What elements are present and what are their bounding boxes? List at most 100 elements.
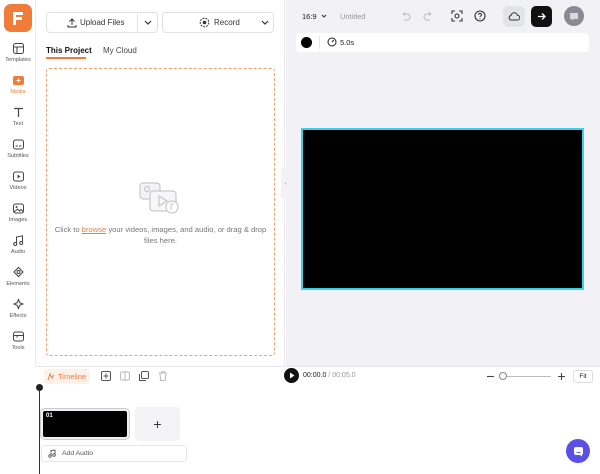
chevron-down-icon[interactable]: [261, 20, 269, 26]
text-icon: [13, 107, 23, 117]
left-rail: Templates Media Text Subtitles Videos Images A…: [0, 0, 36, 366]
tools-icon: [12, 331, 24, 342]
record-icon: [199, 17, 210, 28]
chat-icon: [573, 446, 583, 456]
playback-time: 00:00.0 / 00:05.0: [303, 372, 356, 379]
tab-this-project[interactable]: This Project: [46, 46, 92, 55]
stopwatch-icon: [327, 37, 337, 47]
effects-icon: [12, 298, 24, 310]
rail-item-subtitles[interactable]: Subtitles: [0, 137, 36, 167]
logo-icon: [13, 12, 23, 25]
total-time: / 00:05.0: [328, 372, 356, 379]
play-button[interactable]: [284, 368, 299, 383]
rail-item-label: Tools: [11, 345, 25, 351]
zoom-out-icon[interactable]: [486, 372, 495, 381]
playhead-handle[interactable]: [36, 384, 43, 391]
rail-item-tools[interactable]: Tools: [0, 329, 36, 359]
templates-icon: [12, 43, 24, 54]
screen-capture-icon: [451, 10, 463, 22]
playhead[interactable]: [39, 386, 40, 474]
zoom-slider-handle[interactable]: [499, 372, 507, 380]
canvas-toolbar: 5.0s: [296, 33, 589, 52]
rail-item-label: Elements: [6, 281, 30, 287]
add-track-icon[interactable]: [100, 370, 112, 382]
media-dropzone[interactable]: Click to browse your videos, images, and…: [46, 68, 275, 356]
avatar-icon: [570, 12, 578, 20]
tab-my-cloud[interactable]: My Cloud: [103, 46, 137, 55]
undo-button[interactable]: [396, 7, 414, 25]
undo-icon: [402, 11, 410, 20]
duration-control[interactable]: 5.0s: [327, 37, 354, 47]
help-button[interactable]: [471, 7, 489, 25]
timeline-clip[interactable]: 01: [40, 408, 130, 440]
redo-icon: [423, 11, 431, 20]
duration-value: 5.0s: [340, 37, 355, 47]
user-avatar[interactable]: [564, 6, 584, 26]
split-icon[interactable]: [119, 370, 131, 382]
elements-icon: [12, 266, 24, 278]
rail-item-text[interactable]: Text: [0, 105, 36, 135]
rail-item-label: Effects: [9, 313, 27, 319]
rail-item-label: Audio: [10, 249, 26, 255]
add-clip-button[interactable]: +: [135, 407, 180, 441]
images-icon: [12, 203, 24, 214]
toolbar-divider: [319, 36, 320, 49]
browse-link[interactable]: browse: [82, 225, 106, 234]
timeline-icon: [47, 372, 55, 380]
timeline-tab-label: Timeline: [58, 372, 87, 381]
add-audio-button[interactable]: Add Audio: [41, 445, 187, 462]
aspect-ratio-select[interactable]: 16:9: [302, 12, 327, 21]
rail-item-label: Media: [10, 89, 26, 95]
zoom-in-icon[interactable]: [557, 372, 566, 381]
rail-item-templates[interactable]: Templates: [0, 41, 36, 71]
play-icon: [289, 372, 294, 379]
rail-item-videos[interactable]: Videos: [0, 169, 36, 199]
record-label: Record: [214, 18, 240, 27]
chevron-down-icon: [321, 14, 326, 18]
cloud-icon: [508, 12, 520, 21]
record-button[interactable]: Record: [162, 12, 274, 33]
upload-icon: [67, 18, 77, 28]
clip-number: 01: [46, 413, 53, 419]
app-logo[interactable]: [4, 4, 32, 32]
add-audio-label: Add Audio: [62, 450, 93, 457]
project-title[interactable]: Untitled: [340, 12, 365, 21]
cloud-save-button[interactable]: [503, 6, 525, 27]
media-placeholder-icon: [139, 182, 179, 214]
redo-button[interactable]: [419, 7, 437, 25]
rail-item-label: Subtitles: [7, 153, 29, 159]
rail-item-images[interactable]: Images: [0, 201, 36, 231]
chevron-down-icon[interactable]: [144, 20, 152, 26]
export-button[interactable]: [531, 6, 552, 27]
rail-item-elements[interactable]: Elements: [0, 265, 36, 295]
rail-item-label: Images: [8, 217, 28, 223]
drop-instructions: Click to browse your videos, images, and…: [54, 225, 267, 245]
active-tab-underline: [46, 57, 86, 59]
music-note-icon: [48, 449, 56, 458]
screen-capture-button[interactable]: [448, 7, 466, 25]
videos-icon: [12, 171, 24, 182]
current-time: 00:00.0: [303, 372, 327, 379]
arrow-right-icon: [537, 13, 546, 20]
duplicate-icon[interactable]: [138, 370, 150, 382]
preview-canvas[interactable]: [301, 128, 584, 290]
rail-item-media[interactable]: Media: [0, 73, 36, 103]
upload-files-button[interactable]: Upload Files: [46, 12, 158, 33]
media-icon: [12, 76, 24, 85]
upload-files-label: Upload Files: [80, 18, 125, 27]
rail-item-label: Videos: [9, 185, 27, 191]
fit-button[interactable]: Fit: [573, 370, 593, 383]
help-icon: [474, 10, 486, 22]
background-color-swatch[interactable]: [301, 37, 312, 48]
delete-icon[interactable]: [157, 370, 169, 382]
zoom-slider-track[interactable]: [501, 376, 551, 377]
aspect-ratio-value: 16:9: [302, 12, 317, 21]
rail-item-effects[interactable]: Effects: [0, 297, 36, 327]
rail-item-label: Text: [12, 121, 24, 127]
subtitles-icon: [12, 139, 24, 150]
rail-item-label: Templates: [5, 57, 31, 63]
chat-support-button[interactable]: [566, 439, 590, 463]
audio-icon: [12, 235, 23, 246]
timeline-tab[interactable]: Timeline: [44, 369, 91, 384]
rail-item-audio[interactable]: Audio: [0, 233, 36, 263]
